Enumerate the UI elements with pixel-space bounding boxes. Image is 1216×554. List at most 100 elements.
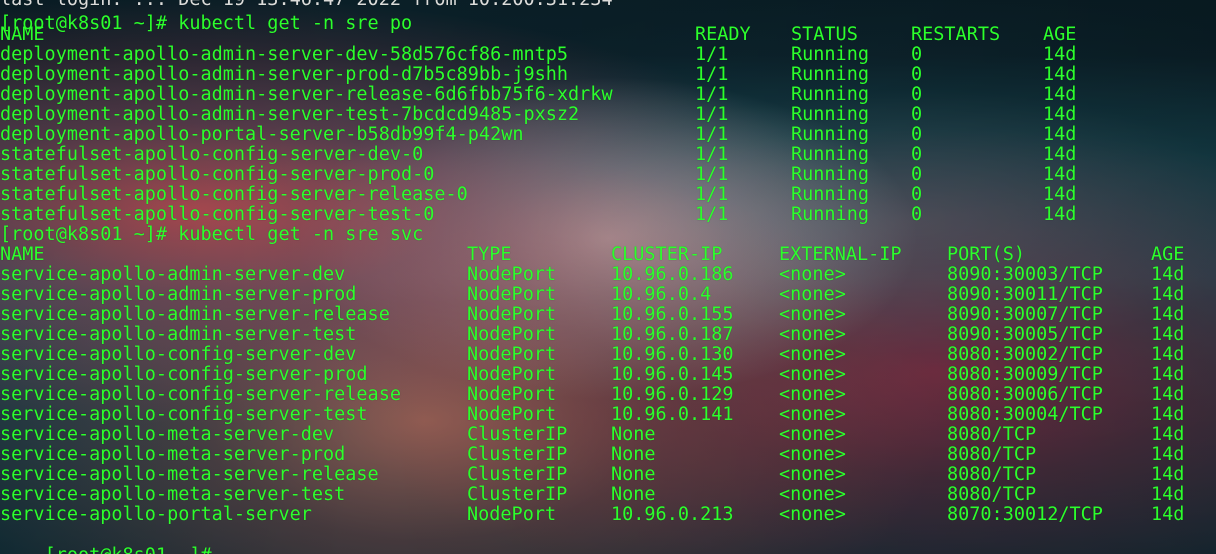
service-header-age: AGE (1151, 244, 1185, 265)
service-external-ip: <none> (779, 404, 846, 425)
pod-name: deployment-apollo-portal-server-b58db99f… (0, 124, 524, 145)
pod-ready: 1/1 (695, 124, 729, 145)
service-cluster-ip: 10.96.0.4 (611, 284, 712, 305)
service-table-header: NAME TYPE CLUSTER-IP EXTERNAL-IP PORT(S)… (0, 245, 1216, 265)
service-name: service-apollo-meta-server-prod (0, 444, 346, 465)
service-external-ip: <none> (779, 424, 846, 445)
pod-row: deployment-apollo-admin-server-prod-d7b5… (0, 65, 1216, 85)
pod-row: deployment-apollo-portal-server-b58db99f… (0, 125, 1216, 145)
pod-row: statefulset-apollo-config-server-test-0 … (0, 205, 1216, 225)
service-name: service-apollo-admin-server-release (0, 304, 390, 325)
pod-name: deployment-apollo-admin-server-test-7bcd… (0, 104, 580, 125)
pod-age: 14d (1043, 44, 1077, 65)
pod-restarts: 0 (911, 204, 923, 225)
pod-status: Running (791, 184, 869, 205)
service-ports: 8080:30006/TCP (947, 384, 1103, 405)
pod-row: statefulset-apollo-config-server-release… (0, 185, 1216, 205)
service-name: service-apollo-admin-server-dev (0, 264, 346, 285)
pod-age: 14d (1043, 104, 1077, 125)
pod-ready: 1/1 (695, 104, 729, 125)
previous-login-line: last login: ... Dec 19 13:46:47 2022 fro… (0, 0, 613, 10)
pod-ready: 1/1 (695, 144, 729, 165)
pod-ready: 1/1 (695, 84, 729, 105)
service-ports: 8090:30011/TCP (947, 284, 1103, 305)
service-cluster-ip: None (611, 444, 656, 465)
service-name: service-apollo-admin-server-prod (0, 284, 357, 305)
service-ports: 8080/TCP (947, 444, 1037, 465)
service-name: service-apollo-meta-server-release (0, 464, 379, 485)
service-cluster-ip: 10.96.0.186 (611, 264, 734, 285)
service-type: ClusterIP (467, 464, 568, 485)
service-external-ip: <none> (779, 284, 846, 305)
service-row: service-apollo-admin-server-prod NodePor… (0, 285, 1216, 305)
pod-header-age: AGE (1043, 24, 1077, 45)
service-cluster-ip: 10.96.0.130 (611, 344, 734, 365)
command-prompt-line[interactable]: [root@k8s01 ~]# (0, 525, 230, 554)
pod-restarts: 0 (911, 184, 923, 205)
service-command-line: [root@k8s01 ~]# kubectl get -n sre svc (0, 224, 424, 245)
service-name: service-apollo-config-server-dev (0, 344, 357, 365)
service-external-ip: <none> (779, 504, 846, 525)
service-row: service-apollo-config-server-prod NodePo… (0, 365, 1216, 385)
service-type: ClusterIP (467, 444, 568, 465)
service-cluster-ip: 10.96.0.141 (611, 404, 734, 425)
service-age: 14d (1151, 464, 1185, 485)
pod-name: statefulset-apollo-config-server-test-0 (0, 204, 435, 225)
service-age: 14d (1151, 284, 1185, 305)
service-cluster-ip: None (611, 424, 656, 445)
pod-ready: 1/1 (695, 64, 729, 85)
pod-restarts: 0 (911, 44, 923, 65)
service-type: NodePort (467, 324, 557, 345)
service-type: NodePort (467, 344, 557, 365)
service-external-ip: <none> (779, 464, 846, 485)
text-cursor[interactable] (220, 545, 230, 554)
pod-status: Running (791, 64, 869, 85)
service-type: NodePort (467, 284, 557, 305)
service-ports: 8090:30003/TCP (947, 264, 1103, 285)
service-external-ip: <none> (779, 324, 846, 345)
service-name: service-apollo-meta-server-dev (0, 424, 335, 445)
service-age: 14d (1151, 384, 1185, 405)
service-ports: 8090:30005/TCP (947, 324, 1103, 345)
service-name: service-apollo-portal-server (0, 504, 312, 525)
terminal-window[interactable]: last login: ... Dec 19 13:46:47 2022 fro… (0, 0, 1216, 554)
service-cluster-ip: None (611, 464, 656, 485)
service-row: service-apollo-meta-server-dev ClusterIP… (0, 425, 1216, 445)
service-cluster-ip: None (611, 484, 656, 505)
service-age: 14d (1151, 364, 1185, 385)
service-ports: 8080:30009/TCP (947, 364, 1103, 385)
service-type: ClusterIP (467, 484, 568, 505)
pod-row: deployment-apollo-admin-server-test-7bcd… (0, 105, 1216, 125)
pod-name: deployment-apollo-admin-server-dev-58d57… (0, 44, 569, 65)
service-external-ip: <none> (779, 444, 846, 465)
service-external-ip: <none> (779, 484, 846, 505)
service-ports: 8080/TCP (947, 464, 1037, 485)
service-name: service-apollo-config-server-release (0, 384, 401, 405)
pod-restarts: 0 (911, 124, 923, 145)
service-header-external-ip: EXTERNAL-IP (779, 244, 902, 265)
service-name: service-apollo-config-server-test (0, 404, 368, 425)
service-external-ip: <none> (779, 344, 846, 365)
service-row: service-apollo-meta-server-test ClusterI… (0, 485, 1216, 505)
pod-name: statefulset-apollo-config-server-prod-0 (0, 164, 435, 185)
service-external-ip: <none> (779, 384, 846, 405)
service-row: service-apollo-config-server-test NodePo… (0, 405, 1216, 425)
service-ports: 8070:30012/TCP (947, 504, 1103, 525)
pod-row: statefulset-apollo-config-server-prod-0 … (0, 165, 1216, 185)
service-row: service-apollo-admin-server-release Node… (0, 305, 1216, 325)
pod-status: Running (791, 204, 869, 225)
pod-age: 14d (1043, 164, 1077, 185)
service-external-ip: <none> (779, 364, 846, 385)
service-row: service-apollo-admin-server-dev NodePort… (0, 265, 1216, 285)
service-row: service-apollo-meta-server-release Clust… (0, 465, 1216, 485)
pod-age: 14d (1043, 204, 1077, 225)
pod-name: statefulset-apollo-config-server-release… (0, 184, 468, 205)
service-age: 14d (1151, 344, 1185, 365)
pod-header-ready: READY (695, 24, 751, 45)
service-age: 14d (1151, 324, 1185, 345)
service-header-name: NAME (0, 244, 45, 265)
pod-age: 14d (1043, 64, 1077, 85)
pod-ready: 1/1 (695, 44, 729, 65)
service-age: 14d (1151, 484, 1185, 505)
service-cluster-ip: 10.96.0.129 (611, 384, 734, 405)
